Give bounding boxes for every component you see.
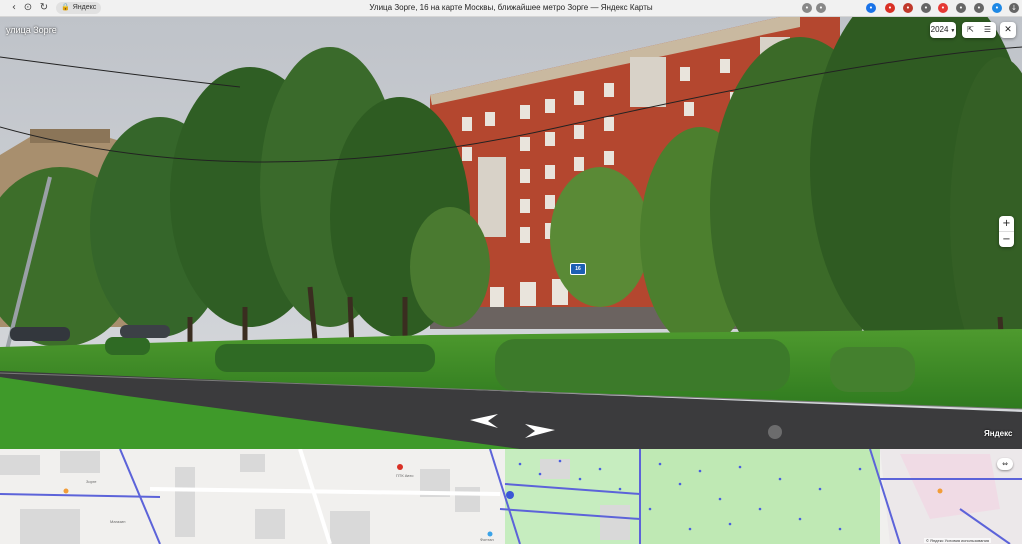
translate-icon[interactable]: •	[866, 3, 876, 13]
map-label: Магазин	[110, 519, 126, 524]
nav-arrow-right-icon[interactable]	[525, 424, 555, 438]
map-pin-icon	[768, 425, 782, 439]
brand-logo: Яндекс	[984, 429, 1013, 438]
map-attribution[interactable]: © Яндекс Условия использования	[924, 538, 992, 543]
year-selector[interactable]: 2024 ▼	[930, 22, 956, 38]
poi-marker[interactable]	[397, 464, 403, 470]
extension-icon[interactable]: •	[956, 3, 966, 13]
map-collapse-button[interactable]: ⇔	[997, 458, 1013, 470]
extension-icon[interactable]: •	[938, 3, 948, 13]
street-label: улица Зорге	[6, 25, 57, 35]
close-icon[interactable]: ✕	[1000, 22, 1016, 38]
bookmark-icon[interactable]: •	[816, 3, 826, 13]
map-label: Фонтан	[480, 537, 494, 542]
extension-icon[interactable]: •	[974, 3, 984, 13]
location-icon[interactable]: •	[802, 3, 812, 13]
extension-icon[interactable]: •	[903, 3, 913, 13]
panorama-actions: ⇱ ☰	[962, 22, 996, 38]
poi-marker[interactable]	[487, 531, 493, 537]
zoom-out-button[interactable]: −	[999, 231, 1014, 247]
nav-arrow-left-icon[interactable]	[470, 414, 498, 428]
menu-icon[interactable]: ☰	[979, 22, 996, 38]
poi-marker[interactable]	[937, 488, 943, 494]
panorama-image[interactable]	[0, 17, 1022, 449]
map-label: Зорге	[86, 479, 97, 484]
mini-map[interactable]: Зорге ПТК Авто Магазин Фонтан	[0, 449, 1022, 544]
chevron-down-icon: ▼	[950, 28, 956, 34]
open-external-icon[interactable]: ⇱	[962, 22, 979, 38]
download-icon[interactable]: ↓	[1009, 3, 1019, 13]
browser-toolbar: ‹ ⊙ ↻ 🔒 Яндекс Улица Зорге, 16 на карте М…	[0, 0, 1022, 17]
year-label: 2024	[930, 25, 949, 34]
poi-marker[interactable]	[63, 488, 69, 494]
map-label: ПТК Авто	[396, 473, 414, 478]
zoom-control: + −	[999, 216, 1014, 247]
adblock-icon[interactable]: •	[885, 3, 895, 13]
extension-icon[interactable]: •	[921, 3, 931, 13]
profile-icon[interactable]: •	[992, 3, 1002, 13]
house-number-badge[interactable]: 16	[570, 263, 586, 275]
zoom-in-button[interactable]: +	[999, 216, 1014, 231]
map-canvas[interactable]	[0, 449, 1022, 544]
current-position-marker	[506, 491, 514, 499]
street-panorama[interactable]: 16	[0, 17, 1022, 449]
